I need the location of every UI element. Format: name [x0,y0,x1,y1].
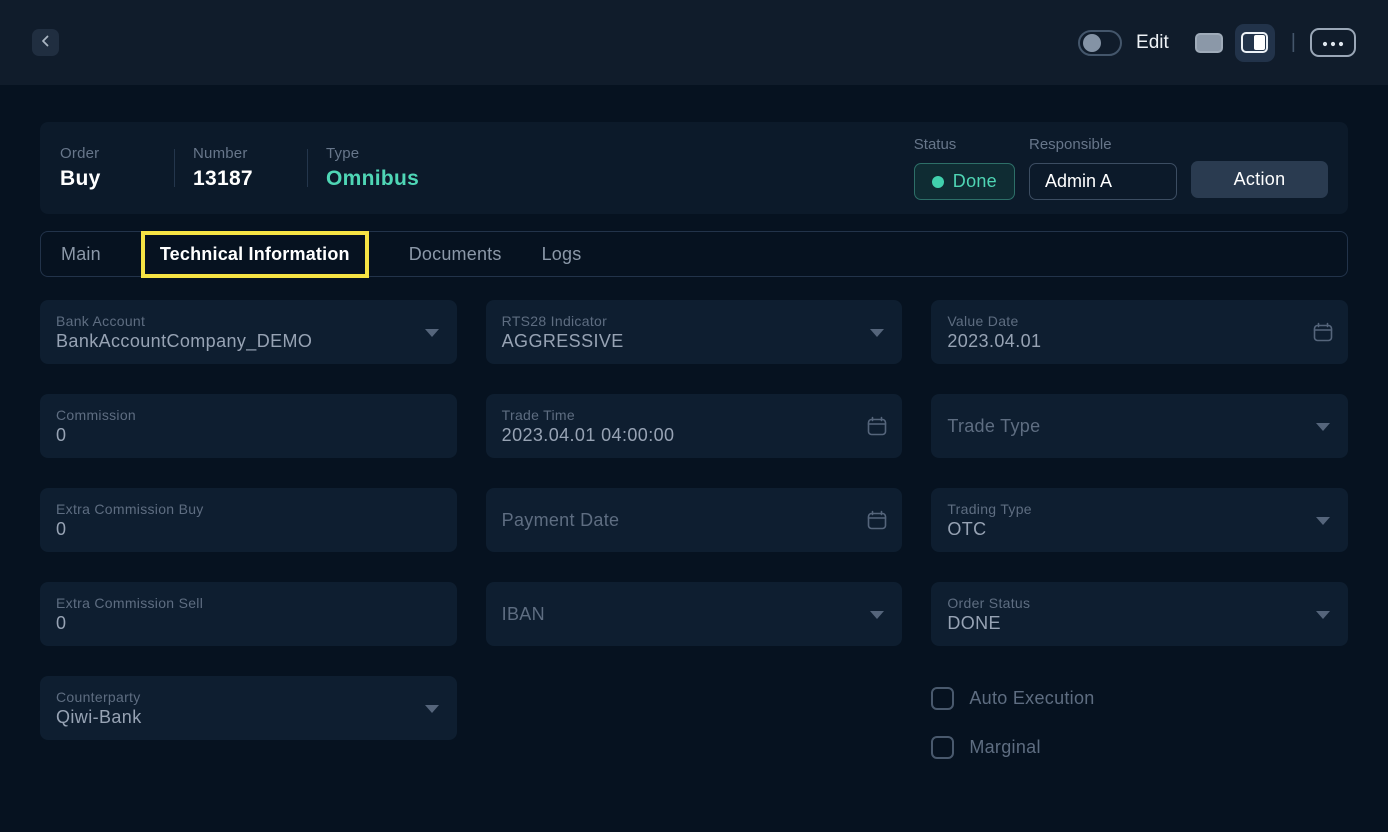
field-label: Order Status [947,595,1300,611]
checkbox-label: Marginal [969,737,1040,758]
checkbox-marginal[interactable]: Marginal [931,736,1348,759]
split-panel-view-button[interactable] [1235,24,1275,62]
checkbox-icon[interactable] [931,687,954,710]
field-value: DONE [947,613,1300,634]
field-iban[interactable]: IBAN [486,582,903,646]
action-button[interactable]: Action [1191,161,1328,198]
field-label: RTS28 Indicator [502,313,855,329]
status-value: Done [953,171,997,192]
order-header-right: Status Done Responsible Admin A Action [914,136,1328,200]
technical-information-form: Bank Account BankAccountCompany_DEMO RTS… [40,300,1348,740]
calendar-icon[interactable] [1312,321,1334,348]
tab-bar: Main Technical Information Documents Log… [40,231,1348,277]
field-counterparty[interactable]: Counterparty Qiwi-Bank [40,676,457,740]
number-label: Number [193,145,289,162]
field-value: 0 [56,613,409,634]
field-trade-type[interactable]: Trade Type [931,394,1348,458]
responsible-select[interactable]: Admin A [1029,163,1177,200]
field-extra-commission-buy[interactable]: Extra Commission Buy 0 [40,488,457,552]
ellipsis-icon [1322,35,1344,50]
field-value: 0 [56,425,409,446]
toggle-knob [1083,34,1101,52]
responsible-label: Responsible [1029,136,1177,153]
chevron-down-icon[interactable] [425,329,439,337]
field-payment-date[interactable]: Payment Date [486,488,903,552]
topbar-divider: | [1291,31,1296,54]
field-value: 2023.04.01 [947,331,1300,352]
type-value: Omnibus [326,167,422,191]
main-content: Order Buy Number 13187 Type Omnibus Stat… [0,122,1388,740]
chevron-down-icon[interactable] [1316,517,1330,525]
status-group: Status Done [914,136,1015,200]
chevron-down-icon[interactable] [870,329,884,337]
field-label: Trade Time [502,407,855,423]
status-dot-icon [932,176,944,188]
chevron-down-icon[interactable] [425,705,439,713]
field-order-status[interactable]: Order Status DONE [931,582,1348,646]
field-label: Payment Date [502,510,855,531]
field-label: Trading Type [947,501,1300,517]
chevron-left-icon [39,34,53,51]
grid-spacer [486,676,903,740]
type-group: Type Omnibus [326,145,422,191]
tab-main[interactable]: Main [61,244,101,265]
field-commission[interactable]: Commission 0 [40,394,457,458]
type-label: Type [326,145,422,162]
topbar-actions: Edit | [1078,24,1356,62]
chevron-down-icon[interactable] [1316,611,1330,619]
field-value: 2023.04.01 04:00:00 [502,425,855,446]
field-extra-commission-sell[interactable]: Extra Commission Sell 0 [40,582,457,646]
number-value: 13187 [193,167,289,191]
calendar-icon[interactable] [866,509,888,536]
tab-logs[interactable]: Logs [542,244,582,265]
order-header-card: Order Buy Number 13187 Type Omnibus Stat… [40,122,1348,214]
number-group: Number 13187 [193,145,289,191]
field-label: Commission [56,407,409,423]
field-value: 0 [56,519,409,540]
field-label: IBAN [502,604,855,625]
checkbox-label: Auto Execution [969,688,1094,709]
field-trading-type[interactable]: Trading Type OTC [931,488,1348,552]
status-label: Status [914,136,1015,153]
top-bar: Edit | [0,0,1388,85]
status-badge[interactable]: Done [914,163,1015,200]
full-panel-icon [1195,33,1223,53]
divider [307,149,308,187]
checkbox-icon[interactable] [931,736,954,759]
tab-technical-information[interactable]: Technical Information [141,231,369,278]
more-options-button[interactable] [1310,28,1356,57]
field-label: Trade Type [947,416,1300,437]
field-label: Counterparty [56,689,409,705]
back-button[interactable] [32,29,59,56]
edit-toggle-label: Edit [1136,32,1169,54]
chevron-down-icon[interactable] [870,611,884,619]
field-trade-time[interactable]: Trade Time 2023.04.01 04:00:00 [486,394,903,458]
tab-documents[interactable]: Documents [409,244,502,265]
full-panel-view-button[interactable] [1193,27,1225,59]
chevron-down-icon[interactable] [1316,423,1330,431]
field-value: BankAccountCompany_DEMO [56,331,409,352]
order-label: Order [60,145,156,162]
field-value: Qiwi-Bank [56,707,409,728]
edit-toggle[interactable] [1078,30,1122,56]
divider [174,149,175,187]
field-rts28-indicator[interactable]: RTS28 Indicator AGGRESSIVE [486,300,903,364]
split-panel-icon [1241,32,1268,53]
field-value-date[interactable]: Value Date 2023.04.01 [931,300,1348,364]
checkbox-group: Auto Execution Marginal [931,676,1348,740]
field-label: Bank Account [56,313,409,329]
responsible-group: Responsible Admin A [1029,136,1177,200]
field-label: Value Date [947,313,1300,329]
field-bank-account[interactable]: Bank Account BankAccountCompany_DEMO [40,300,457,364]
responsible-value: Admin A [1045,171,1112,192]
field-label: Extra Commission Sell [56,595,409,611]
field-label: Extra Commission Buy [56,501,409,517]
field-value: AGGRESSIVE [502,331,855,352]
checkbox-auto-execution[interactable]: Auto Execution [931,687,1348,710]
order-group: Order Buy [60,145,156,191]
order-value: Buy [60,167,156,191]
calendar-icon[interactable] [866,415,888,442]
field-value: OTC [947,519,1300,540]
